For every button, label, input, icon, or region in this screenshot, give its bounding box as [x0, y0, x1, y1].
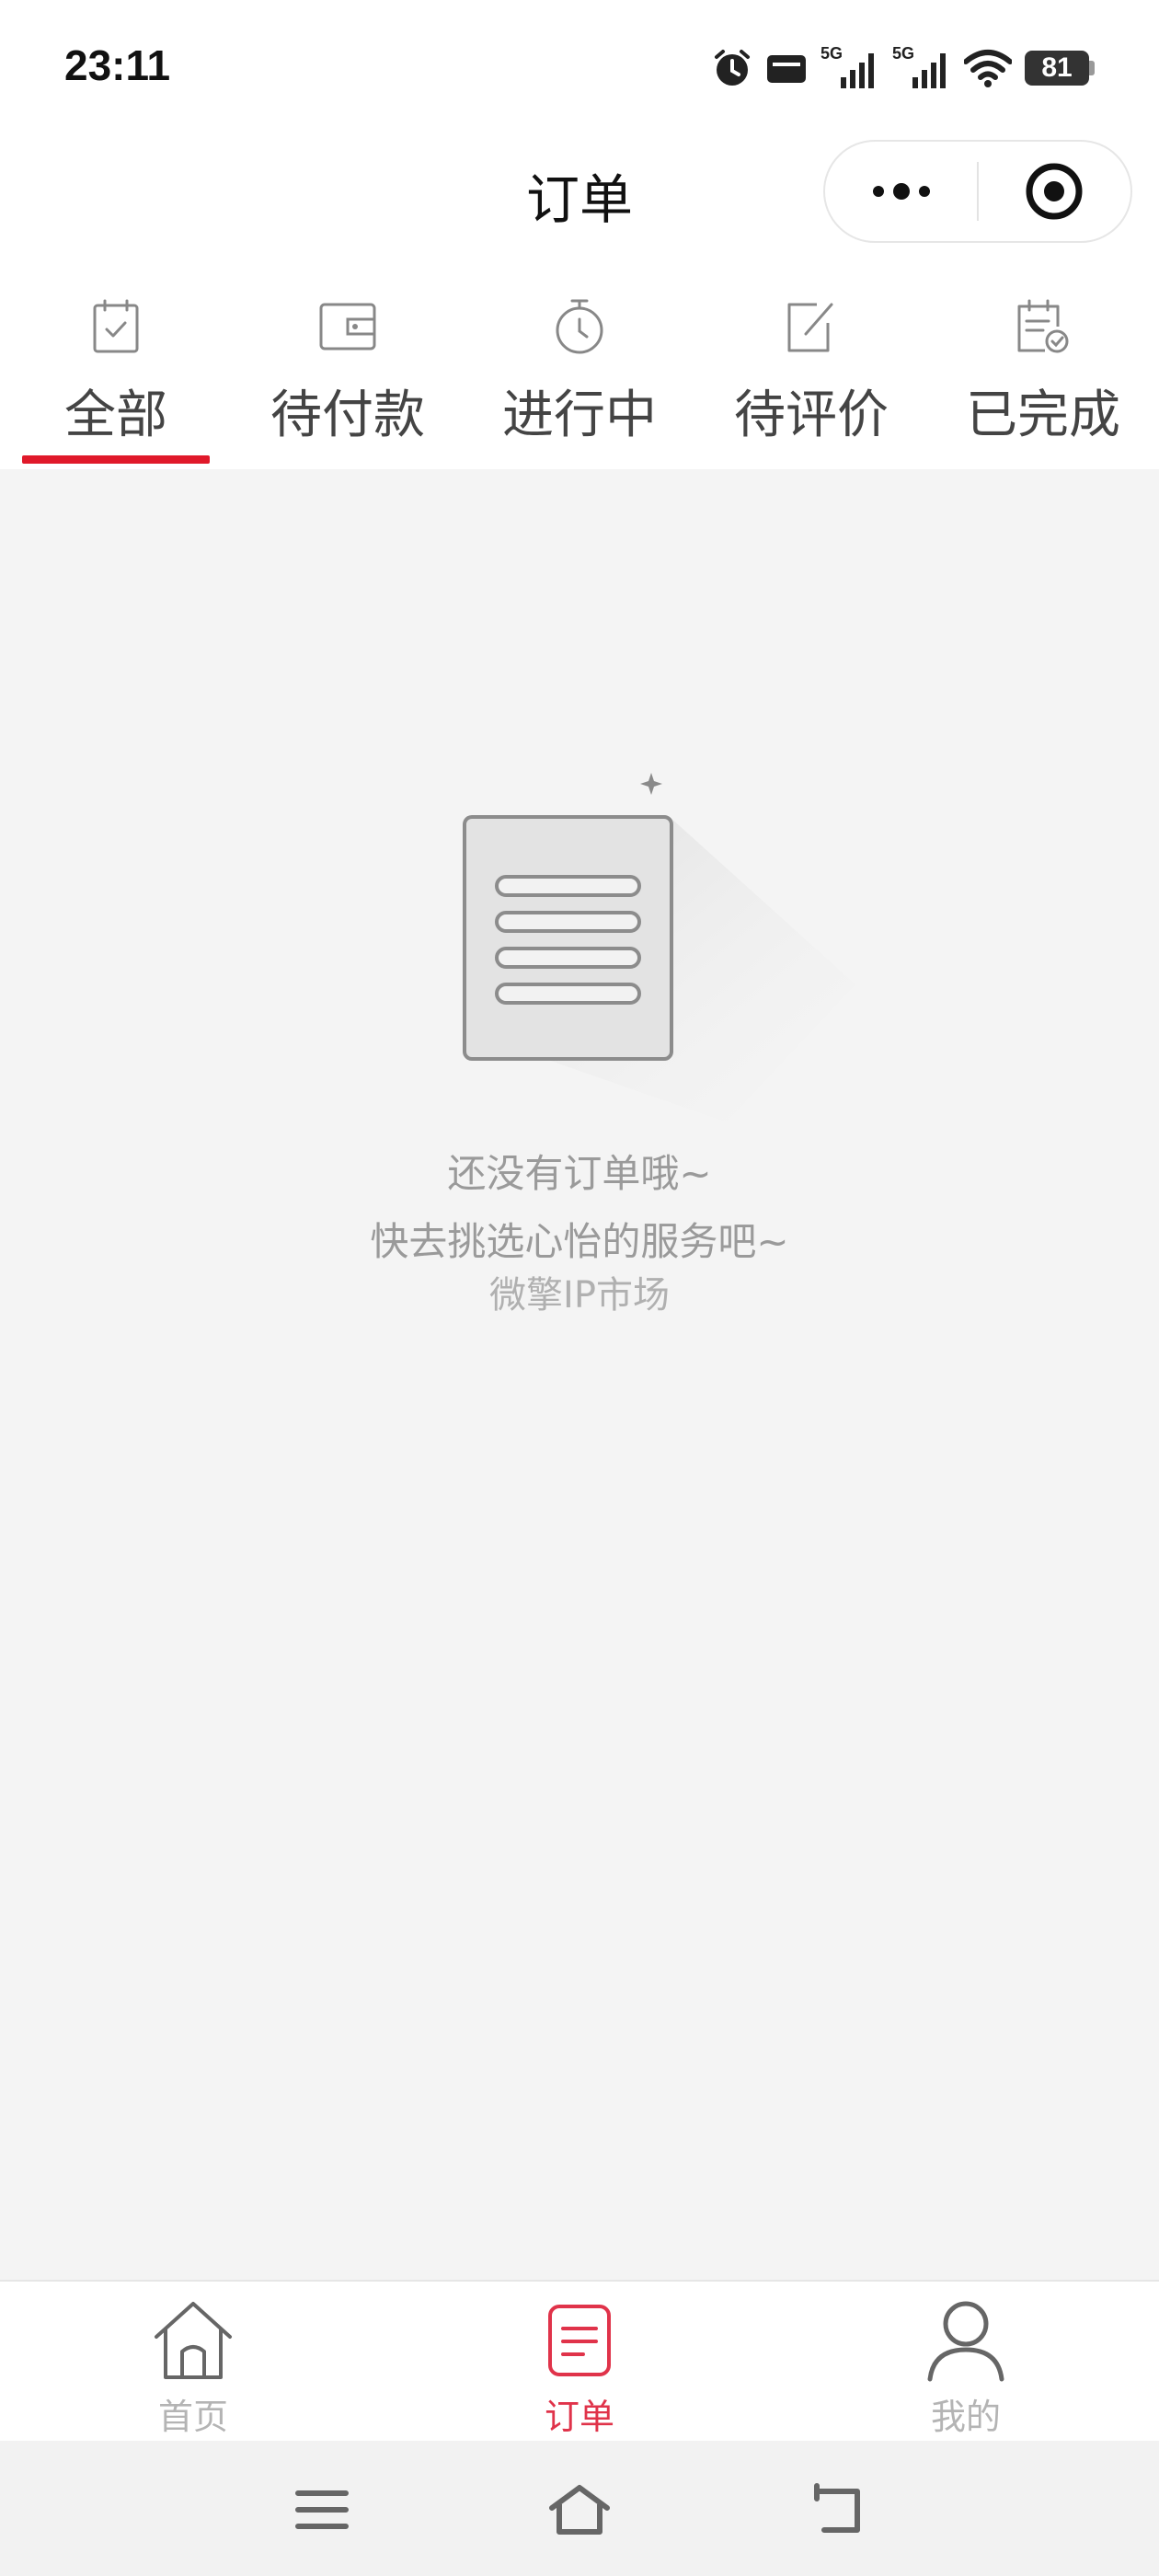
menu-icon	[295, 2490, 349, 2529]
close-target-icon	[1026, 163, 1083, 220]
wallet-icon	[318, 296, 377, 357]
network-label: 5G	[820, 44, 843, 63]
stopwatch-icon	[552, 296, 607, 357]
bottom-tab-label: 我的	[930, 2397, 1001, 2437]
tab-all[interactable]: 全部	[0, 248, 232, 469]
active-tab-indicator	[22, 455, 210, 464]
mini-program-capsule	[823, 140, 1132, 243]
signal-icon: 5G	[820, 44, 879, 92]
menu-button[interactable]	[285, 2478, 359, 2542]
clipboard-done-icon	[1016, 296, 1071, 357]
tab-completed[interactable]: 已完成	[927, 248, 1159, 469]
tab-label: 待评价	[734, 385, 889, 445]
user-icon	[924, 2294, 1007, 2386]
bottom-tab-label: 首页	[157, 2397, 228, 2437]
wifi-icon	[964, 49, 1012, 87]
bottom-tab-label: 订单	[544, 2397, 614, 2437]
signal-icon: 5G	[892, 44, 951, 92]
status-bar: 23:11 5G 5G 81	[0, 0, 1159, 138]
bottom-tab-bar: 首页 订单 我的	[0, 2280, 1159, 2441]
system-navigation-bar	[0, 2441, 1159, 2576]
more-button[interactable]	[825, 142, 977, 241]
empty-document-icon	[451, 754, 855, 1159]
market-caption: 微擎IP市场	[489, 1274, 670, 1317]
order-tabs: 全部 待付款 进行中 待评价 已完成	[0, 248, 1159, 469]
sim-card-icon	[765, 52, 808, 85]
tab-pending-review[interactable]: 待评价	[695, 248, 927, 469]
system-back-button[interactable]	[800, 2478, 874, 2542]
tab-in-progress[interactable]: 进行中	[464, 248, 695, 469]
back-icon	[814, 2483, 860, 2533]
network-label: 5G	[892, 44, 914, 63]
bottom-tab-home[interactable]: 首页	[55, 2282, 331, 2443]
nav-bar: 订单	[0, 138, 1159, 248]
close-button[interactable]	[979, 142, 1130, 241]
tab-label: 全部	[64, 385, 167, 445]
empty-subtitle: 快去挑选心怡的服务吧~	[370, 1219, 789, 1264]
status-time: 23:11	[64, 41, 171, 89]
tab-label: 进行中	[502, 385, 657, 445]
clipboard-check-icon	[91, 296, 141, 357]
edit-icon	[786, 296, 837, 357]
order-icon	[546, 2294, 613, 2386]
battery-level: 81	[1025, 51, 1089, 86]
system-home-button[interactable]	[543, 2478, 616, 2542]
bottom-tab-orders[interactable]: 订单	[442, 2282, 717, 2443]
status-icons: 5G 5G 81	[712, 40, 1095, 96]
tab-label: 已完成	[966, 385, 1120, 445]
bottom-tab-profile[interactable]: 我的	[828, 2282, 1104, 2443]
more-dots-icon	[872, 183, 930, 200]
tab-label: 待付款	[270, 385, 425, 445]
alarm-icon	[712, 48, 752, 88]
home-outline-icon	[549, 2485, 610, 2535]
home-icon	[151, 2294, 235, 2386]
empty-title: 还没有订单哦~	[447, 1151, 712, 1196]
battery-icon: 81	[1025, 51, 1095, 86]
tab-pending-payment[interactable]: 待付款	[232, 248, 464, 469]
